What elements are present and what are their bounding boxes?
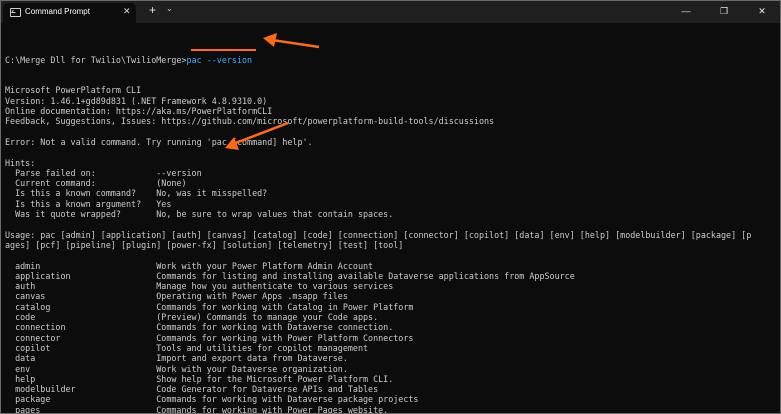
output-line: auth Manage how you authenticate to vari… xyxy=(5,281,394,292)
terminal-icon xyxy=(10,8,21,17)
output-line: Hints: xyxy=(5,157,36,168)
output-line: Error: Not a valid command. Try running … xyxy=(5,136,313,147)
close-button[interactable]: ✕ xyxy=(744,1,780,23)
output-line: Version: 1.46.1+gd89d831 (.NET Framework… xyxy=(5,95,268,106)
output-line: Feedback, Suggestions, Issues: https://g… xyxy=(5,116,495,127)
tab-title: Command Prompt xyxy=(25,7,90,16)
output-line: Is this a known argument? Yes xyxy=(5,198,172,209)
output-line: env Work with your Dataverse organizatio… xyxy=(5,363,348,374)
output-line: application Commands for listing and ins… xyxy=(5,270,575,281)
output-line: code (Preview) Commands to manage your C… xyxy=(5,312,379,323)
maximize-button[interactable]: ❐ xyxy=(706,1,742,23)
title-bar: Command Prompt ✕ + ⌄ — ❐ ✕ xyxy=(1,1,780,23)
output-line: help Show help for the Microsoft Power P… xyxy=(5,373,394,384)
output-line: admin Work with your Power Platform Admi… xyxy=(5,260,374,271)
output-line: ages] [pcf] [pipeline] [plugin] [power-f… xyxy=(5,239,404,250)
output-line: catalog Commands for working with Catalo… xyxy=(5,301,414,312)
minimize-button[interactable]: — xyxy=(668,1,704,23)
chevron-down-icon[interactable]: ⌄ xyxy=(166,4,173,13)
output-line: Online documentation: https://aka.ms/Pow… xyxy=(5,106,273,117)
terminal-window: Command Prompt ✕ + ⌄ — ❐ ✕ C:\Merge Dll … xyxy=(0,0,781,414)
output-line: data Import and export data from Dataver… xyxy=(5,353,348,364)
output-line: Parse failed on: --version xyxy=(5,167,202,178)
output-line: connection Commands for working with Dat… xyxy=(5,322,394,333)
terminal-output[interactable]: C:\Merge Dll for Twilio\TwilioMerge>pac … xyxy=(5,34,777,414)
output-line: Is this a known command? No, was it miss… xyxy=(5,188,268,199)
output-line: Usage: pac [admin] [application] [auth] … xyxy=(5,229,752,240)
output-line: connector Commands for working with Powe… xyxy=(5,332,414,343)
output-line: copilot Tools and utilities for copilot … xyxy=(5,342,369,353)
prompt-path: C:\Merge Dll for Twilio\TwilioMerge> xyxy=(5,54,187,65)
prompt-line: C:\Merge Dll for Twilio\TwilioMerge>pac … xyxy=(5,55,777,65)
tab-command-prompt[interactable]: Command Prompt ✕ xyxy=(3,3,136,23)
output-line: Microsoft PowerPlatform CLI xyxy=(5,85,142,96)
output-line: Current command: (None) xyxy=(5,178,187,189)
output-line: modelbuilder Code Generator for Datavers… xyxy=(5,384,379,395)
output-line: Was it quote wrapped? No, be sure to wra… xyxy=(5,209,394,220)
output-line: package Commands for working with Datave… xyxy=(5,394,419,405)
output-line: canvas Operating with Power Apps .msapp … xyxy=(5,291,348,302)
tab-close-icon[interactable]: ✕ xyxy=(123,6,131,17)
output-line: pages Commands for working with Power Pa… xyxy=(5,404,389,414)
typed-command: pac --version xyxy=(186,54,253,65)
new-tab-button[interactable]: + xyxy=(149,3,156,17)
